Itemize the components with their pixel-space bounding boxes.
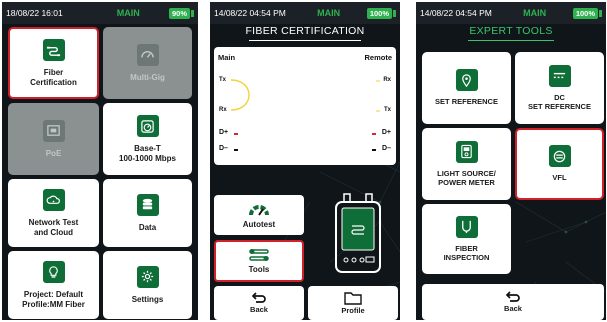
folder-icon [344,291,362,305]
dminus-left-dot [234,149,238,151]
light-source-power-meter-tile[interactable]: LIGHT SOURCE/ POWER METER [422,128,511,200]
battery-cap-icon [599,9,602,17]
back-arrow-icon [251,292,266,304]
status-time: 14/08/22 04:54 PM [214,8,286,18]
device-illustration [335,193,381,273]
cloud-wifi-icon [42,189,65,212]
fiber-loop-indicator [230,79,250,111]
fiber-coil-icon [548,145,571,168]
battery-indicator: 100% [572,7,598,19]
fiber-certification-tile[interactable]: Fiber Certification [8,27,99,99]
tx-right-label: Tx [383,107,391,113]
tools-label: Tools [248,265,270,275]
status-time: 14/08/22 04:54 PM [420,8,492,18]
set-reference-tile[interactable]: SET REFERENCE [422,52,511,124]
power-meter-icon [455,140,478,163]
tx-right-dot [376,110,380,112]
dplus-left-dot [234,133,238,135]
dplus-right-label: D+ [381,129,391,136]
remote-label: Remote [364,53,392,62]
page-title-text: EXPERT TOOLS [469,25,553,37]
status-mode: MAIN [317,8,341,18]
back-label: Back [250,305,268,315]
status-mode: MAIN [523,8,547,18]
network-test-tile[interactable]: Network Test and Cloud [8,179,99,247]
wrench-icon [249,249,269,262]
dminus-left-label: D– [219,145,228,152]
base-t-tile[interactable]: Base-T 100-1000 Mbps [103,103,192,175]
tile-label: Data [138,222,157,232]
battery-indicator: 90% [169,7,191,19]
back-button[interactable]: Back [214,286,304,320]
autotest-label: Autotest [242,220,276,230]
tile-label: SET REFERENCE [435,97,498,107]
gear-icon [136,265,159,288]
project-profile-tile[interactable]: Project: Default Profile:MM Fiber [8,251,99,319]
profile-label: Profile [341,305,365,315]
tile-label: Project: Default Profile:MM Fiber [22,290,85,309]
profile-button[interactable]: Profile [308,286,398,320]
fiber-cable-icon [42,39,65,62]
multi-gig-tile[interactable]: Multi-Gig [103,27,192,99]
tx-left-label: Tx [219,77,227,83]
fiber-inspection-tile[interactable]: FIBER INSPECTION [422,204,511,274]
tile-label: LIGHT SOURCE/ POWER METER [437,168,496,187]
battery-indicator: 100% [366,7,392,19]
dplus-left-label: D+ [219,129,229,136]
tools-button[interactable]: Tools [214,240,304,282]
autotest-button[interactable]: Autotest [214,195,304,235]
tile-label: Network Test and Cloud [28,218,79,237]
settings-tile[interactable]: Settings [103,251,192,319]
tile-label: VFL [552,173,567,183]
database-icon [136,193,159,216]
status-bar: 14/08/22 04:54 PM MAIN 100% [210,2,400,24]
ethernet-port-icon [42,119,65,142]
status-mode: MAIN [116,8,140,18]
main-label: Main [218,53,236,62]
tile-label: FIBER INSPECTION [443,243,490,262]
back-arrow-icon [505,291,520,303]
rx-right-dot [376,80,380,82]
dplus-right-dot [372,133,376,135]
battery-cap-icon [393,9,396,17]
main-menu-screen: 18/08/22 16:01 MAIN 90% Fiber Certificat… [2,2,198,320]
rx-right-label: Rx [383,77,391,83]
vfl-tile[interactable]: VFL [515,128,604,200]
status-bar: 14/08/22 04:54 PM MAIN 100% [416,2,606,24]
dminus-right-dot [372,149,376,151]
gauge-icon [136,115,159,138]
tile-label: PoE [45,148,62,158]
tile-label: Multi-Gig [130,72,165,82]
back-label: Back [504,304,522,314]
connection-status-panel: Main Remote Tx Rx Rx Tx D+ D– D+ D– [214,47,396,165]
page-title-text: FIBER CERTIFICATION [245,25,365,37]
autotest-gauge-icon [249,205,269,216]
back-button[interactable]: Back [422,284,604,320]
rx-left-label: Rx [219,107,227,113]
tile-label: Settings [131,294,164,304]
battery-cap-icon [191,9,195,17]
status-bar: 18/08/22 16:01 MAIN 90% [2,2,198,24]
tile-label: Fiber Certification [30,68,77,87]
data-tile[interactable]: Data [103,179,192,247]
page-title: EXPERT TOOLS [416,25,606,41]
fiber-certification-screen: 14/08/22 04:54 PM MAIN 100% FIBER CERTIF… [210,2,400,320]
dminus-right-label: D– [382,145,391,152]
expert-tools-screen: 14/08/22 04:54 PM MAIN 100% EXPERT TOOLS… [416,2,606,320]
dc-set-reference-tile[interactable]: DC SET REFERENCE [515,52,604,124]
lightbulb-icon [42,261,65,284]
status-time: 18/08/22 16:01 [6,8,63,18]
inspection-probe-icon [455,215,478,238]
poe-tile[interactable]: PoE [8,103,99,175]
dc-icon [548,64,571,87]
page-title: FIBER CERTIFICATION [210,25,400,41]
location-pin-icon [455,69,478,92]
tile-label: DC SET REFERENCE [528,92,591,111]
speedometer-icon [136,43,159,66]
tile-label: Base-T 100-1000 Mbps [119,144,176,163]
